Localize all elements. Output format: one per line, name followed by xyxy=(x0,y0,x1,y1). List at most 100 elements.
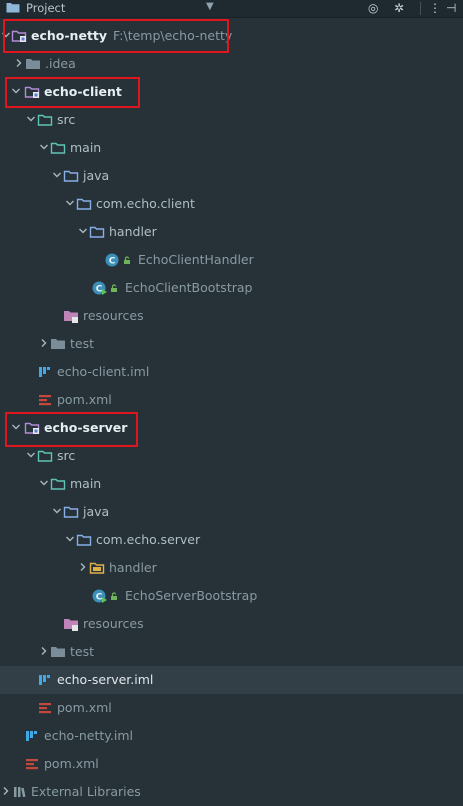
source-root-folder-icon xyxy=(37,112,53,128)
resources-folder-icon xyxy=(63,616,79,632)
folder-icon xyxy=(25,56,41,72)
node-label: handler xyxy=(109,560,157,575)
lock-icon xyxy=(122,255,132,265)
tree-node-external-libraries[interactable]: External Libraries xyxy=(0,778,463,806)
node-label: src xyxy=(57,448,76,463)
tree-node-handler-client[interactable]: handler xyxy=(0,218,463,246)
node-label: java xyxy=(83,168,110,183)
resources-folder-icon xyxy=(63,308,79,324)
node-label: test xyxy=(70,336,95,351)
node-label: echo-client.iml xyxy=(57,364,150,379)
tree-node-main[interactable]: main xyxy=(0,134,463,162)
node-label: pom.xml xyxy=(57,392,112,407)
chevron-right-icon[interactable] xyxy=(39,338,49,348)
tree-node-resources-client[interactable]: resources xyxy=(0,302,463,330)
locate-file-icon[interactable]: ◎ xyxy=(368,1,378,15)
node-label: resources xyxy=(83,616,144,631)
node-label: resources xyxy=(83,308,144,323)
tree-node-echo-netty-iml[interactable]: echo-netty.iml xyxy=(0,722,463,750)
chevron-right-icon[interactable] xyxy=(78,562,88,572)
project-folder-icon xyxy=(6,3,20,13)
runnable-class-icon xyxy=(91,588,107,604)
maven-pom-icon xyxy=(24,756,40,772)
view-dropdown-icon[interactable]: ▼ xyxy=(206,1,214,12)
iml-file-icon xyxy=(37,364,53,380)
tree-node-handler-server[interactable]: handler xyxy=(0,554,463,582)
node-label: test xyxy=(70,644,95,659)
node-label: pom.xml xyxy=(44,756,99,771)
node-label: External Libraries xyxy=(31,784,141,799)
highlight-box-echo-server xyxy=(5,412,138,447)
folder-icon xyxy=(50,140,66,156)
tree-node-package-server[interactable]: com.echo.server xyxy=(0,526,463,554)
node-label: EchoServerBootstrap xyxy=(125,588,258,603)
tree-node-pom-server[interactable]: pom.xml xyxy=(0,694,463,722)
tree-node-resources-server[interactable]: resources xyxy=(0,610,463,638)
chevron-down-icon[interactable] xyxy=(52,506,62,516)
node-label: main xyxy=(70,476,102,491)
iml-file-icon xyxy=(37,672,53,688)
chevron-right-icon[interactable] xyxy=(1,786,11,796)
chevron-down-icon[interactable] xyxy=(26,114,36,124)
tree-node-echo-server-bootstrap[interactable]: EchoServerBootstrap xyxy=(0,582,463,610)
tree-node-echo-client-bootstrap[interactable]: EchoClientBootstrap xyxy=(0,274,463,302)
source-folder-icon xyxy=(63,168,79,184)
tree-node-src[interactable]: src xyxy=(0,106,463,134)
folder-icon xyxy=(50,476,66,492)
panel-title: Project xyxy=(26,1,66,15)
highlight-box-echo-netty xyxy=(3,19,229,53)
maven-pom-icon xyxy=(37,700,53,716)
tree-node-package-client[interactable]: com.echo.client xyxy=(0,190,463,218)
toolbar-separator xyxy=(420,2,421,15)
tree-node-pom-client[interactable]: pom.xml xyxy=(0,386,463,414)
runnable-class-icon xyxy=(91,280,107,296)
node-label: echo-netty.iml xyxy=(44,728,134,743)
chevron-down-icon[interactable] xyxy=(65,534,75,544)
lock-icon xyxy=(109,591,119,601)
tree-node-java[interactable]: java xyxy=(0,498,463,526)
package-icon xyxy=(76,532,92,548)
chevron-down-icon[interactable] xyxy=(39,142,49,152)
chevron-right-icon[interactable] xyxy=(14,58,24,68)
tree-node-java[interactable]: java xyxy=(0,162,463,190)
project-panel-header: Project ▼ ◎ ✲ ⋮ ⊣ xyxy=(0,0,463,18)
tree-node-main[interactable]: main xyxy=(0,470,463,498)
java-class-icon xyxy=(104,252,120,268)
chevron-down-icon[interactable] xyxy=(78,226,88,236)
node-label: EchoClientBootstrap xyxy=(125,280,253,295)
folder-icon xyxy=(50,336,66,352)
package-folder-icon xyxy=(89,560,105,576)
tree-node-idea[interactable]: .idea xyxy=(0,50,463,78)
source-folder-icon xyxy=(63,504,79,520)
tree-node-pom-root[interactable]: pom.xml xyxy=(0,750,463,778)
node-label: pom.xml xyxy=(57,700,112,715)
node-label: com.echo.server xyxy=(96,532,201,547)
maven-pom-icon xyxy=(37,392,53,408)
node-label: main xyxy=(70,140,102,155)
highlight-box-echo-client xyxy=(5,77,140,108)
package-icon xyxy=(76,196,92,212)
tree-node-test-client[interactable]: test xyxy=(0,330,463,358)
chevron-down-icon[interactable] xyxy=(26,450,36,460)
package-icon xyxy=(89,224,105,240)
node-label: handler xyxy=(109,224,157,239)
collapse-all-icon[interactable]: ✲ xyxy=(394,1,404,15)
libraries-icon xyxy=(12,784,28,800)
node-label: EchoClientHandler xyxy=(138,252,254,267)
chevron-right-icon[interactable] xyxy=(39,646,49,656)
source-root-folder-icon xyxy=(37,448,53,464)
chevron-down-icon[interactable] xyxy=(39,478,49,488)
hide-panel-icon[interactable]: ⊣ xyxy=(446,1,456,15)
iml-file-icon xyxy=(24,728,40,744)
settings-menu-icon[interactable]: ⋮ xyxy=(429,1,441,15)
chevron-down-icon[interactable] xyxy=(52,170,62,180)
node-label: echo-server.iml xyxy=(57,672,154,687)
lock-icon xyxy=(109,283,119,293)
node-label: com.echo.client xyxy=(96,196,195,211)
chevron-down-icon[interactable] xyxy=(65,198,75,208)
tree-node-test-server[interactable]: test xyxy=(0,638,463,666)
tree-node-echo-client-iml[interactable]: echo-client.iml xyxy=(0,358,463,386)
tree-node-echo-server-iml[interactable]: echo-server.iml xyxy=(0,666,463,694)
tree-node-echo-client-handler[interactable]: EchoClientHandler xyxy=(0,246,463,274)
node-label: .idea xyxy=(45,56,76,71)
